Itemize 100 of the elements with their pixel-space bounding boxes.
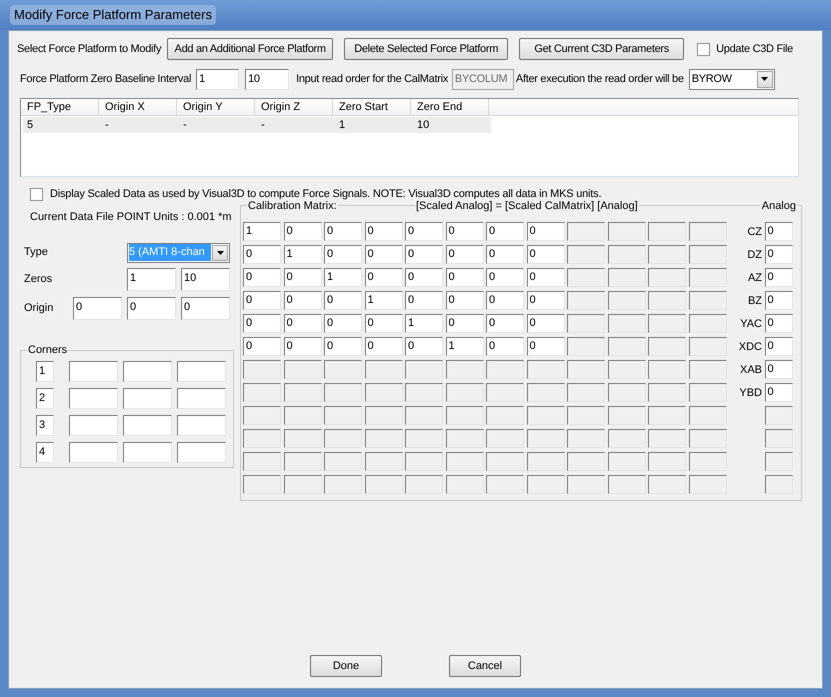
input-field[interactable] xyxy=(69,388,118,408)
matrix-cell[interactable]: 0 xyxy=(364,268,402,287)
matrix-cell[interactable]: 1 xyxy=(405,314,443,333)
matrix-cell[interactable]: 0 xyxy=(526,291,564,310)
label: Force Platform Zero Baseline Interval xyxy=(20,72,192,87)
matrix-cell[interactable]: 0 xyxy=(526,268,564,287)
input-field[interactable]: 10 xyxy=(245,68,290,90)
input-field[interactable] xyxy=(177,442,226,462)
matrix-cell[interactable]: 0 xyxy=(486,314,524,333)
label: Select Force Platform to Modify xyxy=(17,42,162,57)
button[interactable]: Add an Additional Force Platform xyxy=(167,38,334,60)
input-field[interactable]: 0 xyxy=(181,296,230,320)
matrix-cell[interactable]: 0 xyxy=(446,222,484,241)
units-label: Current Data File POINT Units : 0.001 *m xyxy=(30,210,232,225)
matrix-cell[interactable]: 1 xyxy=(243,222,281,241)
analog-field[interactable]: 0 xyxy=(764,337,792,356)
analog-field[interactable]: 0 xyxy=(764,268,792,287)
analog-field[interactable]: 0 xyxy=(764,222,792,241)
matrix-cell[interactable]: 1 xyxy=(364,291,402,310)
column-header[interactable]: FP_Type xyxy=(21,99,99,115)
input-field[interactable] xyxy=(177,414,226,436)
input-field[interactable]: 0 xyxy=(73,296,122,320)
matrix-cell[interactable]: 0 xyxy=(526,222,564,241)
column-header[interactable]: Zero End xyxy=(411,99,489,115)
channel-label: XAB xyxy=(738,362,762,376)
matrix-cell[interactable]: 0 xyxy=(324,222,362,241)
column-header[interactable]: Origin Y xyxy=(177,99,255,115)
matrix-cell[interactable]: 0 xyxy=(486,337,524,356)
checkbox-label: Update C3D File xyxy=(716,42,793,57)
matrix-cell[interactable]: 0 xyxy=(284,291,322,310)
input-field[interactable] xyxy=(69,442,118,462)
matrix-cell[interactable]: 0 xyxy=(486,222,524,241)
channel-label: AZ xyxy=(746,270,762,284)
group-title: Analog xyxy=(760,199,797,213)
matrix-cell[interactable]: 0 xyxy=(364,222,402,241)
matrix-cell[interactable]: 0 xyxy=(364,245,402,264)
checkbox[interactable] xyxy=(30,188,43,200)
matrix-cell[interactable]: 0 xyxy=(243,268,281,287)
matrix-cell[interactable]: 0 xyxy=(324,337,362,356)
matrix-cell[interactable]: 0 xyxy=(486,268,524,287)
button[interactable]: Get Current C3D Parameters xyxy=(519,38,684,60)
matrix-cell[interactable]: 1 xyxy=(446,337,484,356)
input-field[interactable] xyxy=(177,360,226,382)
matrix-cell[interactable]: 0 xyxy=(405,291,443,310)
matrix-cell[interactable]: 0 xyxy=(243,291,281,310)
input-field[interactable]: 10 xyxy=(181,268,230,290)
matrix-cell[interactable]: 0 xyxy=(324,245,362,264)
matrix-cell[interactable]: 0 xyxy=(284,337,322,356)
button[interactable]: Cancel xyxy=(449,655,521,677)
checkbox[interactable] xyxy=(697,42,710,56)
matrix-cell[interactable]: 0 xyxy=(324,291,362,310)
button[interactable]: Delete Selected Force Platform xyxy=(344,38,508,60)
matrix-cell[interactable]: 0 xyxy=(446,245,484,264)
matrix-cell[interactable]: 0 xyxy=(526,314,564,333)
input-field[interactable] xyxy=(123,442,172,462)
matrix-cell[interactable]: 0 xyxy=(243,314,281,333)
table-cell-text: 10 xyxy=(416,118,430,133)
input-field[interactable]: 1 xyxy=(127,268,176,290)
input-field[interactable] xyxy=(123,414,172,436)
input-field[interactable] xyxy=(177,388,226,408)
matrix-cell[interactable]: 0 xyxy=(284,314,322,333)
column-header[interactable]: Zero Start xyxy=(333,99,411,115)
analog-field[interactable]: 0 xyxy=(764,383,792,402)
analog-field[interactable]: 0 xyxy=(764,314,792,333)
channel-label: BZ xyxy=(746,294,762,308)
matrix-cell[interactable]: 0 xyxy=(243,337,281,356)
column-header[interactable]: Origin Z xyxy=(255,99,333,115)
input-field[interactable]: 1 xyxy=(196,68,240,90)
button[interactable]: Done xyxy=(310,655,382,677)
input-field[interactable] xyxy=(123,360,172,382)
input-field[interactable] xyxy=(123,388,172,408)
matrix-cell[interactable]: 0 xyxy=(405,245,443,264)
analog-field[interactable]: 0 xyxy=(764,291,792,310)
matrix-cell[interactable]: 0 xyxy=(364,314,402,333)
matrix-cell[interactable]: 0 xyxy=(446,314,484,333)
matrix-cell[interactable]: 0 xyxy=(364,337,402,356)
input-field[interactable]: 0 xyxy=(127,296,176,320)
table-row[interactable]: 5 - - - 1 10 xyxy=(23,117,491,133)
matrix-cell[interactable]: 0 xyxy=(446,291,484,310)
matrix-cell[interactable]: 0 xyxy=(526,245,564,264)
matrix-cell[interactable]: 0 xyxy=(526,337,564,356)
matrix-cell[interactable]: 1 xyxy=(324,268,362,287)
input-field[interactable] xyxy=(69,414,118,436)
matrix-cell[interactable]: 0 xyxy=(405,268,443,287)
matrix-cell[interactable]: 0 xyxy=(446,268,484,287)
formula-label: [Scaled Analog] = [Scaled CalMatrix] [Analog] xyxy=(415,199,639,213)
dropdown[interactable]: BYROW xyxy=(688,68,775,90)
input-field[interactable] xyxy=(69,360,118,382)
matrix-cell[interactable]: 0 xyxy=(284,268,322,287)
matrix-cell[interactable]: 0 xyxy=(324,314,362,333)
matrix-cell[interactable]: 1 xyxy=(284,245,322,264)
column-header[interactable]: Origin X xyxy=(99,99,177,115)
analog-field[interactable]: 0 xyxy=(764,245,792,264)
matrix-cell[interactable]: 0 xyxy=(486,291,524,310)
matrix-cell[interactable]: 0 xyxy=(405,337,443,356)
matrix-cell[interactable]: 0 xyxy=(405,222,443,241)
matrix-cell[interactable]: 0 xyxy=(486,245,524,264)
analog-field[interactable]: 0 xyxy=(764,360,792,379)
matrix-cell[interactable]: 0 xyxy=(284,222,322,241)
matrix-cell[interactable]: 0 xyxy=(243,245,281,264)
